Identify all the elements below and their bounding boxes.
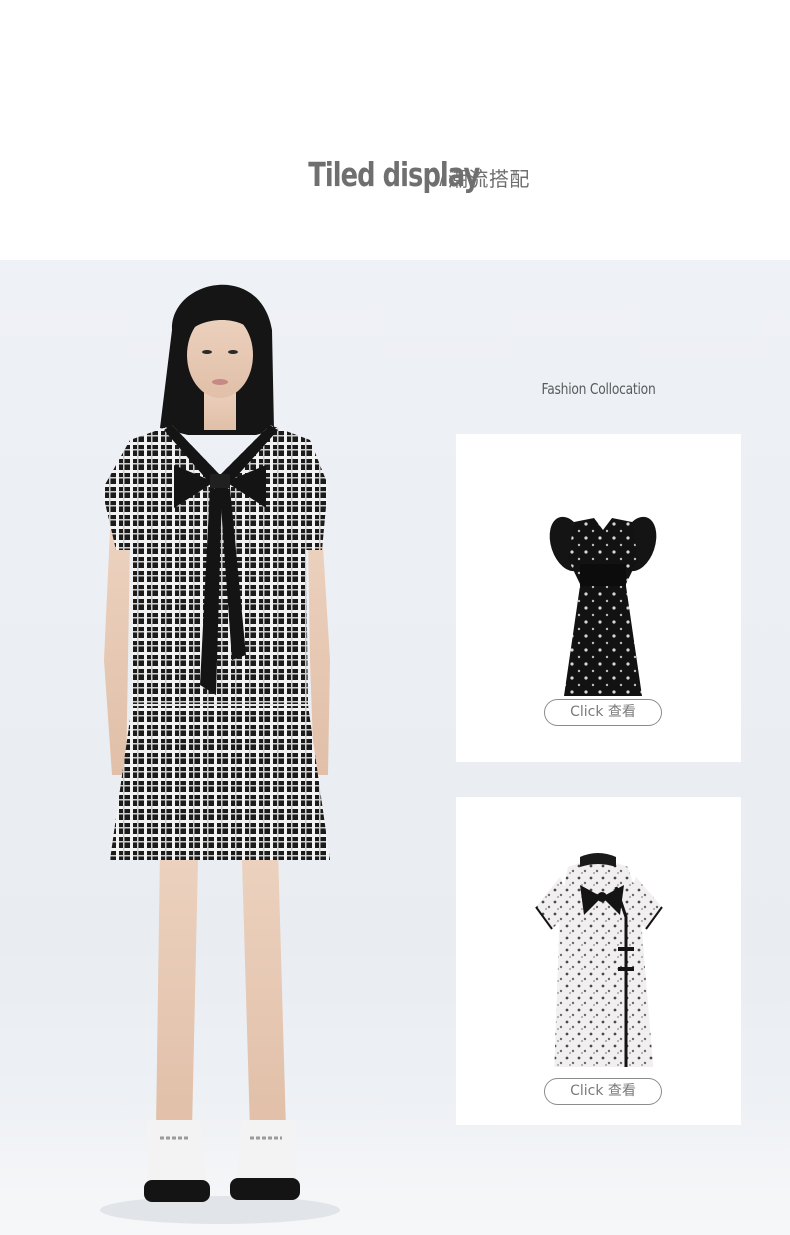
section-title: Tiled display/潮流搭配: [0, 155, 790, 194]
header-section: Tiled display/潮流搭配: [0, 0, 790, 260]
product-card-white-qipao[interactable]: Click 查看: [456, 797, 741, 1125]
fashion-collocation-label: Fashion Collocation: [541, 380, 656, 398]
title-english: Tiled display: [308, 155, 480, 194]
model-photo: [100, 284, 340, 1224]
tiled-display-scene: Fashion Collocation Click 查看 Click 查看: [0, 260, 790, 1235]
view-black-dress-button[interactable]: Click 查看: [544, 699, 662, 726]
black-dress-image[interactable]: [456, 464, 741, 704]
white-qipao-image[interactable]: [456, 827, 741, 1067]
view-white-qipao-button[interactable]: Click 查看: [544, 1078, 662, 1105]
product-card-black-dress[interactable]: Click 查看: [456, 434, 741, 762]
